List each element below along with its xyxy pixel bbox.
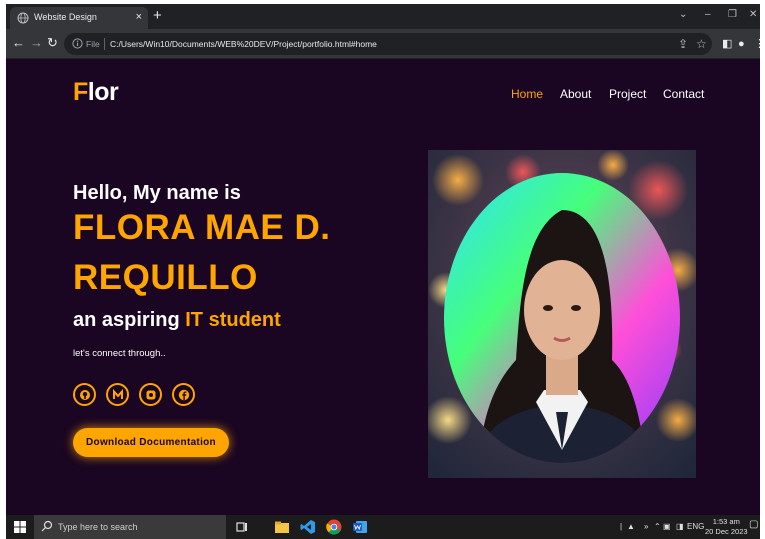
clock-time: 1:53 am [712, 517, 740, 526]
instagram-icon[interactable] [139, 383, 162, 406]
clock-date: 20 Dec 2023 [705, 527, 748, 536]
side-panel-icon[interactable]: ◧ [722, 37, 732, 51]
share-icon[interactable]: ⇪ [678, 37, 688, 51]
tray-separator-icon: | [620, 522, 623, 531]
windows-taskbar: Type here to search | ▲ » ⌃ ▣ ◨ ENG 1:53… [6, 515, 760, 539]
profile-photo [428, 150, 696, 478]
facebook-icon[interactable] [172, 383, 195, 406]
notification-icon[interactable]: ▢ [749, 520, 758, 530]
tray-overflow-icon[interactable]: » [644, 522, 648, 532]
tray-app-icon[interactable]: ▲ [627, 522, 635, 532]
file-explorer-icon[interactable] [274, 519, 290, 535]
chevron-down-icon[interactable]: ⌄ [679, 8, 687, 22]
globe-icon [17, 12, 29, 24]
network-icon[interactable]: ▣ [663, 522, 671, 532]
url-scheme-label: File [86, 39, 100, 49]
nav-about[interactable]: About [560, 87, 591, 101]
minimize-icon[interactable]: – [705, 8, 711, 22]
nav-home[interactable]: Home [511, 87, 543, 101]
new-tab-button[interactable]: + [153, 7, 162, 25]
chrome-icon[interactable] [326, 519, 342, 535]
address-bar[interactable]: File C:/Users/Win10/Documents/WEB%20DEV/… [64, 33, 712, 55]
site-logo[interactable]: Flor [73, 78, 119, 107]
nav-project[interactable]: Project [609, 87, 646, 101]
browser-toolbar: ← → ↻ File C:/Users/Win10/Documents/WEB%… [6, 29, 760, 59]
tray-chevron-up-icon[interactable]: ⌃ [654, 522, 661, 532]
search-icon [41, 520, 53, 532]
tab-strip: Website Design × + ⌄ – ❐ ✕ [6, 4, 760, 29]
tab-website-design[interactable]: Website Design × [10, 7, 148, 29]
forward-icon[interactable]: → [30, 36, 43, 50]
logo-text: lor [87, 78, 119, 106]
menu-icon[interactable]: ⋮ [754, 37, 760, 51]
name-line-2: REQUILLO [73, 258, 258, 297]
name-line-1: FLORA MAE D. [73, 208, 331, 247]
back-icon[interactable]: ← [12, 36, 25, 50]
reload-icon[interactable]: ↻ [47, 36, 58, 50]
task-view-icon[interactable] [234, 519, 250, 535]
restore-icon[interactable]: ❐ [728, 8, 737, 22]
close-tab-icon[interactable]: × [136, 10, 142, 24]
word-icon[interactable] [352, 519, 368, 535]
url-text[interactable]: C:/Users/Win10/Documents/WEB%20DEV/Proje… [110, 39, 377, 49]
taskbar-clock[interactable]: 1:53 am 20 Dec 2023 [705, 517, 748, 537]
portfolio-page: Flor Home About Project Contact Hello, M… [6, 60, 760, 515]
taskbar-search[interactable]: Type here to search [34, 515, 226, 539]
tagline-prefix: an aspiring [73, 309, 186, 331]
info-icon[interactable] [72, 38, 83, 49]
search-placeholder: Type here to search [58, 522, 138, 532]
github-icon[interactable] [73, 383, 96, 406]
download-documentation-button[interactable]: Download Documentation [73, 428, 229, 457]
language-indicator[interactable]: ENG [687, 522, 704, 532]
nav-contact[interactable]: Contact [663, 87, 704, 101]
tagline: an aspiring IT student [73, 309, 281, 332]
connect-text: let's connect through.. [73, 348, 166, 359]
browser-window: Website Design × + ⌄ – ❐ ✕ ← → ↻ File C:… [6, 4, 760, 515]
star-icon[interactable]: ☆ [696, 37, 707, 51]
url-separator [104, 38, 105, 50]
vscode-icon[interactable] [300, 519, 316, 535]
windows-start-icon[interactable] [14, 521, 26, 533]
medium-icon[interactable] [106, 383, 129, 406]
speaker-icon[interactable]: ◨ [676, 522, 684, 532]
profile-icon[interactable]: ● [738, 37, 745, 51]
profile-photo-illustration [428, 150, 696, 478]
logo-accent: F [73, 78, 88, 106]
tagline-accent: IT student [185, 309, 281, 331]
close-window-icon[interactable]: ✕ [749, 8, 757, 22]
tab-title: Website Design [34, 12, 97, 22]
greeting-text: Hello, My name is [73, 182, 241, 204]
